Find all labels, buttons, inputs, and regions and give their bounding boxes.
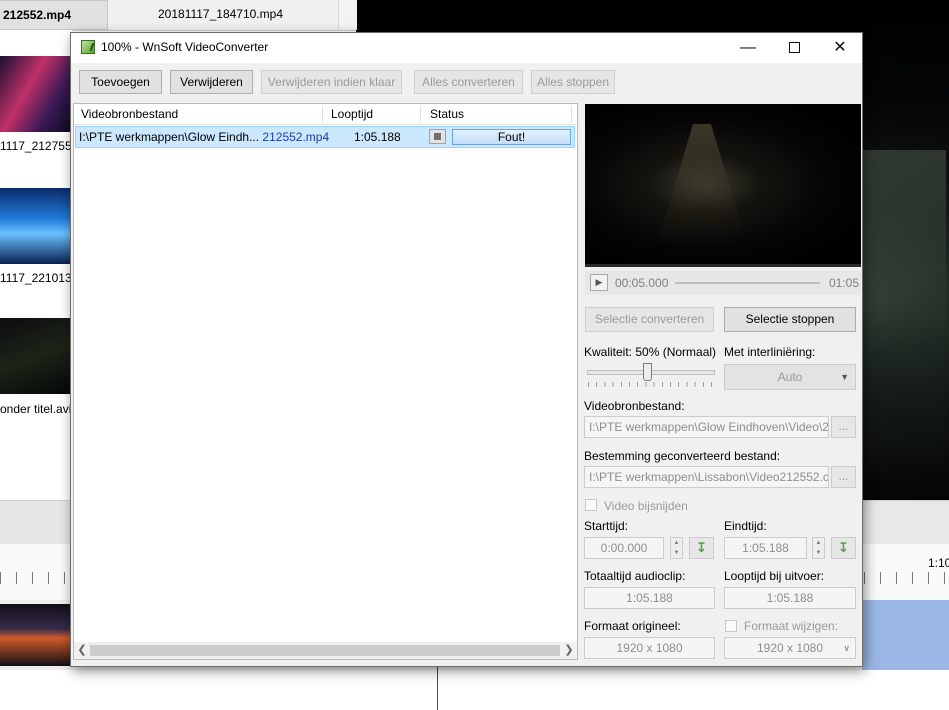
scroll-right-icon[interactable]: ❯ bbox=[562, 643, 576, 658]
background-thumbnail[interactable] bbox=[0, 318, 72, 394]
background-playhead[interactable] bbox=[437, 666, 438, 710]
background-thumbnail-label: onder titel.avi bbox=[0, 402, 72, 416]
background-tab-2[interactable]: 20181117_184710.mp4 bbox=[158, 0, 283, 28]
quality-label: Kwaliteit: 50% (Normaal) bbox=[584, 345, 717, 359]
background-ruler-label: 1:10 bbox=[928, 556, 949, 570]
crop-video-checkbox[interactable] bbox=[585, 499, 597, 511]
source-file-field[interactable]: I:\PTE werkmappen\Glow Eindhoven\Video\2 bbox=[584, 416, 829, 438]
background-thumbnail[interactable] bbox=[0, 56, 72, 132]
start-time-label: Starttijd: bbox=[584, 519, 629, 533]
stop-selection-button[interactable]: Selectie stoppen bbox=[724, 307, 856, 332]
minimize-button[interactable]: — bbox=[725, 33, 771, 63]
download-end-icon[interactable]: ↧ bbox=[831, 537, 856, 559]
column-header-source[interactable]: Videobronbestand bbox=[81, 107, 178, 121]
row-file: I:\PTE werkmappen\Glow Eindh... 212552.m… bbox=[79, 130, 329, 144]
download-start-icon[interactable]: ↧ bbox=[689, 537, 714, 559]
source-file-label: Videobronbestand: bbox=[584, 399, 685, 413]
start-time-spinner[interactable]: ▲ ▼ bbox=[670, 537, 683, 559]
close-button[interactable]: ✕ bbox=[817, 33, 863, 63]
interlace-select-value: Auto bbox=[777, 370, 803, 384]
destination-field[interactable]: I:\PTE werkmappen\Lissabon\Video212552.c bbox=[584, 466, 829, 488]
add-button[interactable]: Toevoegen bbox=[79, 70, 162, 94]
convert-selection-button[interactable]: Selectie converteren bbox=[585, 307, 714, 332]
maximize-button[interactable] bbox=[771, 33, 817, 63]
seek-slider[interactable] bbox=[675, 282, 820, 284]
total-time: 01:05 bbox=[829, 276, 860, 290]
column-header-duration[interactable]: Looptijd bbox=[331, 107, 373, 121]
change-format-checkbox[interactable] bbox=[725, 620, 737, 632]
column-header-status[interactable]: Status bbox=[430, 107, 464, 121]
chevron-down-icon: ∨ bbox=[843, 643, 850, 653]
horizontal-scrollbar[interactable]: ❮ ❯ bbox=[74, 642, 577, 659]
current-time: 00:05.000 bbox=[615, 276, 669, 290]
change-format-select[interactable]: 1920 x 1080 ∨ bbox=[724, 637, 856, 659]
background-thumbnail-label: 1117_221013.r bbox=[0, 271, 79, 285]
original-format-field: 1920 x 1080 bbox=[584, 637, 715, 659]
change-format-value: 1920 x 1080 bbox=[756, 641, 824, 655]
scroll-left-icon[interactable]: ❮ bbox=[75, 643, 89, 658]
remove-when-done-button[interactable]: Verwijderen indien klaar bbox=[261, 70, 402, 94]
original-format-label: Formaat origineel: bbox=[584, 619, 681, 633]
destination-label: Bestemming geconverteerd bestand: bbox=[584, 449, 781, 463]
video-preview bbox=[585, 104, 861, 267]
background-thumbnail-label: 1117_212755.r bbox=[0, 139, 79, 153]
background-tab-bar: 212552.mp4 20181117_184710.mp4 bbox=[0, 0, 357, 31]
row-file-suffix: 212552.mp4 bbox=[262, 130, 330, 144]
row-stop-button[interactable] bbox=[429, 129, 446, 144]
remove-button[interactable]: Verwijderen bbox=[170, 70, 253, 94]
change-format-label: Formaat wijzigen: bbox=[744, 619, 839, 633]
convert-all-button[interactable]: Alles converteren bbox=[414, 70, 523, 94]
title-bar[interactable]: 100% - WnSoft VideoConverter — ✕ bbox=[71, 33, 862, 63]
maximize-icon bbox=[788, 42, 800, 54]
background-divider bbox=[338, 0, 357, 30]
browse-source-button[interactable]: ... bbox=[831, 416, 856, 438]
end-time-spinner[interactable]: ▲ ▼ bbox=[812, 537, 825, 559]
column-separator[interactable] bbox=[571, 106, 572, 122]
total-audio-field: 1:05.188 bbox=[584, 587, 715, 609]
playback-bar: ▶ 00:05.000 01:05 bbox=[585, 271, 861, 295]
quality-slider-thumb[interactable] bbox=[643, 363, 652, 381]
chevron-down-icon: ▼ bbox=[840, 372, 849, 382]
background-thumbnail[interactable] bbox=[0, 188, 72, 264]
end-time-label: Eindtijd: bbox=[724, 519, 767, 533]
window-title: 100% - WnSoft VideoConverter bbox=[101, 40, 269, 54]
background-timeline-clip[interactable] bbox=[862, 600, 949, 670]
videoconverter-window: 100% - WnSoft VideoConverter — ✕ Toevoeg… bbox=[70, 32, 863, 667]
start-time-field[interactable]: 0:00.000 bbox=[584, 537, 664, 559]
output-runtime-label: Looptijd bij uitvoer: bbox=[724, 569, 825, 583]
row-status-badge: Fout! bbox=[452, 129, 571, 145]
row-duration: 1:05.188 bbox=[354, 130, 401, 144]
total-audio-label: Totaaltijd audioclip: bbox=[584, 569, 686, 583]
browse-destination-button[interactable]: ... bbox=[831, 466, 856, 488]
interlace-label: Met interliniëring: bbox=[724, 345, 816, 359]
table-row[interactable]: I:\PTE werkmappen\Glow Eindh... 212552.m… bbox=[75, 126, 575, 148]
output-runtime-field: 1:05.188 bbox=[724, 587, 856, 609]
column-separator[interactable] bbox=[420, 106, 421, 122]
column-separator[interactable] bbox=[322, 106, 323, 122]
end-time-field[interactable]: 1:05.188 bbox=[724, 537, 807, 559]
interlace-select[interactable]: Auto ▼ bbox=[724, 364, 856, 390]
background-right-panel bbox=[862, 505, 949, 545]
stop-all-button[interactable]: Alles stoppen bbox=[531, 70, 615, 94]
background-tab-1[interactable]: 212552.mp4 bbox=[0, 0, 108, 30]
crop-video-label: Video bijsnijden bbox=[604, 499, 688, 513]
background-timeline-thumbnail[interactable] bbox=[0, 604, 72, 666]
list-header: Videobronbestand Looptijd Status bbox=[74, 104, 577, 125]
file-list[interactable]: Videobronbestand Looptijd Status I:\PTE … bbox=[73, 103, 578, 660]
scrollbar-thumb[interactable] bbox=[90, 645, 560, 656]
row-file-prefix: I:\PTE werkmappen\Glow Eindh... bbox=[79, 130, 260, 144]
quality-slider-ticks bbox=[588, 382, 712, 387]
app-icon bbox=[81, 40, 95, 54]
play-icon[interactable]: ▶ bbox=[590, 274, 608, 291]
